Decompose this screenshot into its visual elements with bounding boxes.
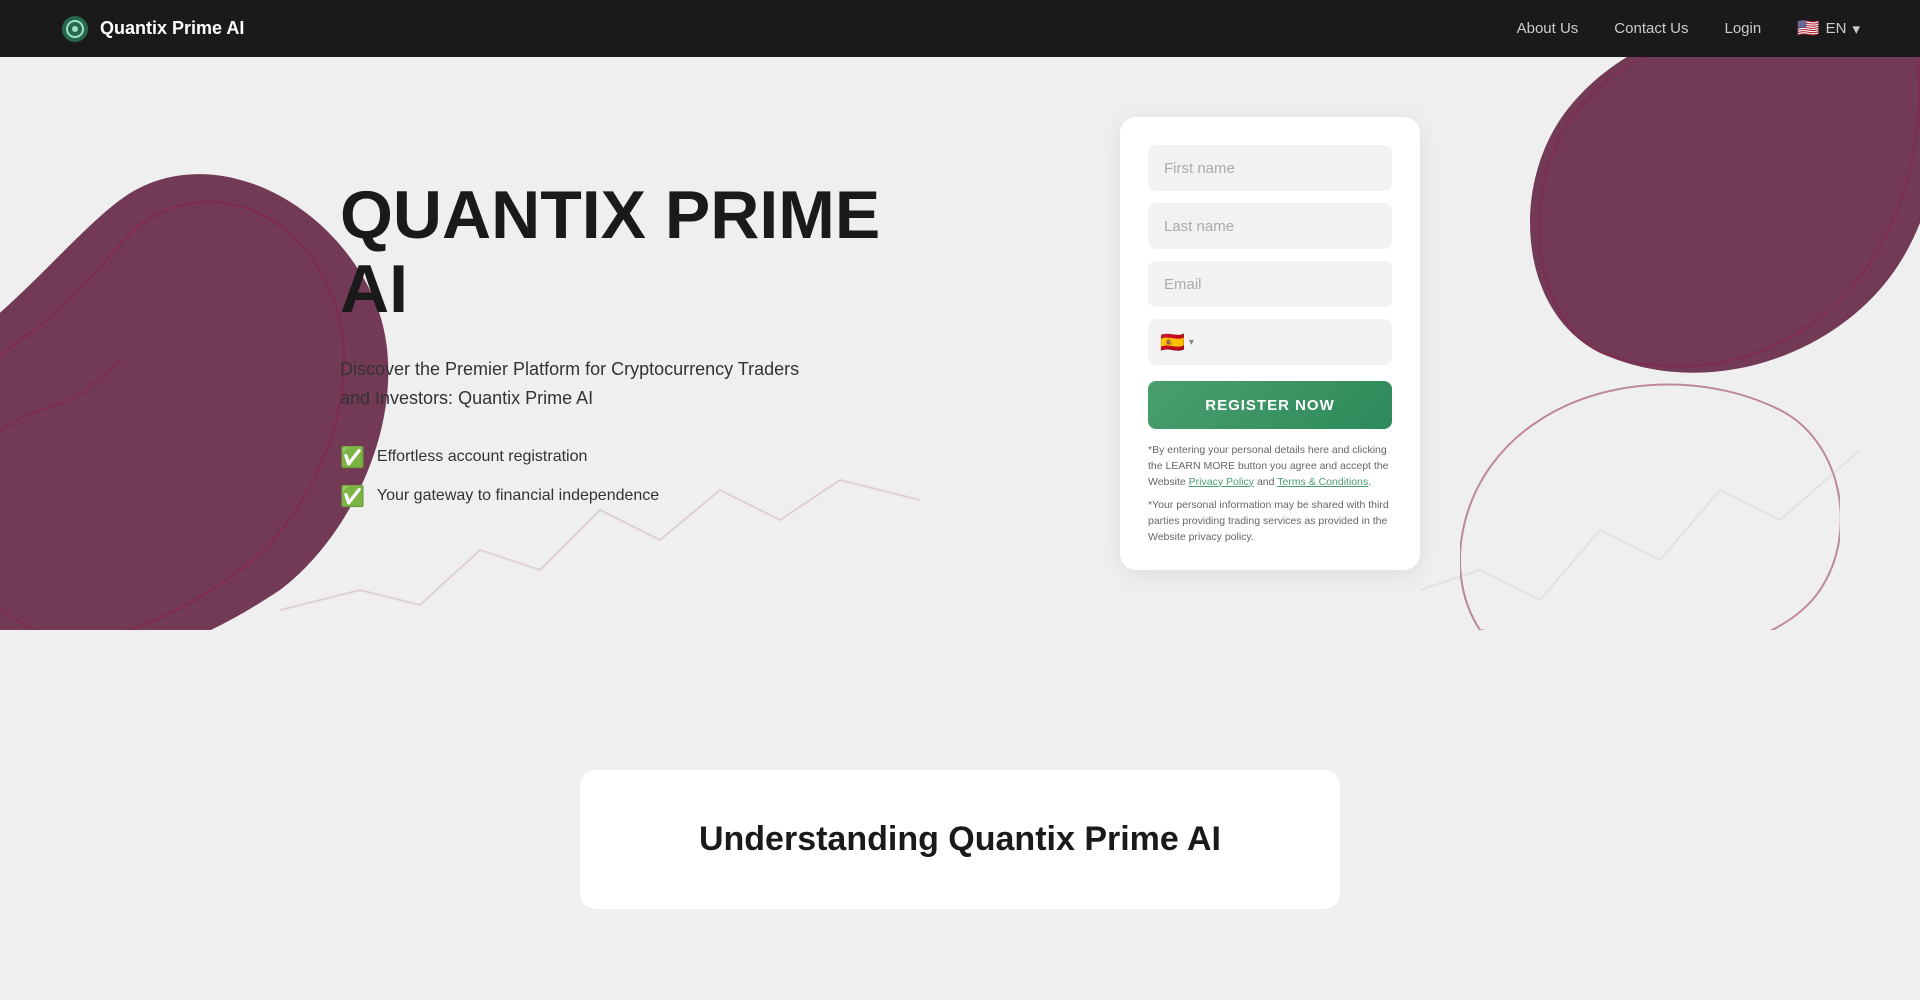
feature-label-1: Effortless account registration [377,448,587,466]
nav-links: About Us Contact Us Login 🇺🇸 EN ▾ [1517,18,1860,39]
nav-item-login[interactable]: Login [1725,20,1762,38]
spacer-section [0,630,1920,770]
nav-contact-link[interactable]: Contact Us [1614,20,1688,37]
terms-conditions-link[interactable]: Terms & Conditions [1277,476,1368,488]
brand-icon [60,14,90,44]
nav-login-link[interactable]: Login [1725,20,1762,37]
lang-arrow-icon: ▾ [1852,20,1860,38]
feature-label-2: Your gateway to financial independence [377,487,659,505]
form-disclaimer-text: *By entering your personal details here … [1148,443,1392,490]
hero-title-line2: AI [340,251,408,327]
feature-item-2: ✅ Your gateway to financial independence [340,484,1120,509]
lang-flag-icon: 🇺🇸 [1797,18,1819,39]
language-selector[interactable]: 🇺🇸 EN ▾ [1797,18,1860,39]
understanding-section: Understanding Quantix Prime AI [0,770,1920,909]
check-icon-1: ✅ [340,445,365,470]
register-now-button[interactable]: REGISTER NOW [1148,381,1392,429]
first-name-input[interactable] [1148,145,1392,191]
understanding-title: Understanding Quantix Prime AI [640,820,1280,859]
phone-dropdown-arrow-icon: ▾ [1189,337,1194,348]
registration-form-card: 🇪🇸 ▾ REGISTER NOW *By entering your pers… [1120,117,1420,570]
navbar: Quantix Prime AI About Us Contact Us Log… [0,0,1920,57]
hero-features-list: ✅ Effortless account registration ✅ Your… [340,445,1120,509]
brand-name: Quantix Prime AI [100,18,244,39]
check-icon-2: ✅ [340,484,365,509]
last-name-input[interactable] [1148,203,1392,249]
blob-right-top-decoration [1530,57,1920,397]
feature-item-1: ✅ Effortless account registration [340,445,1120,470]
hero-content: QUANTIX PRIME AI Discover the Premier Pl… [340,178,1120,509]
hero-subtitle: Discover the Premier Platform for Crypto… [340,355,800,413]
form-privacy-text: *Your personal information may be shared… [1148,498,1392,545]
phone-flag-icon: 🇪🇸 [1160,330,1185,355]
phone-selector[interactable]: 🇪🇸 ▾ [1148,319,1392,365]
hero-title-line1: QUANTIX PRIME [340,177,880,253]
lang-code: EN [1826,20,1847,37]
privacy-policy-link[interactable]: Privacy Policy [1189,476,1254,488]
brand-link[interactable]: Quantix Prime AI [60,14,244,44]
chart-decoration-right [1420,370,1860,630]
email-input[interactable] [1148,261,1392,307]
nav-item-contact[interactable]: Contact Us [1614,20,1688,38]
understanding-card: Understanding Quantix Prime AI [580,770,1340,909]
nav-about-link[interactable]: About Us [1517,20,1579,37]
hero-section: QUANTIX PRIME AI Discover the Premier Pl… [0,57,1920,630]
nav-item-about[interactable]: About Us [1517,20,1579,38]
hero-title: QUANTIX PRIME AI [340,178,1120,328]
